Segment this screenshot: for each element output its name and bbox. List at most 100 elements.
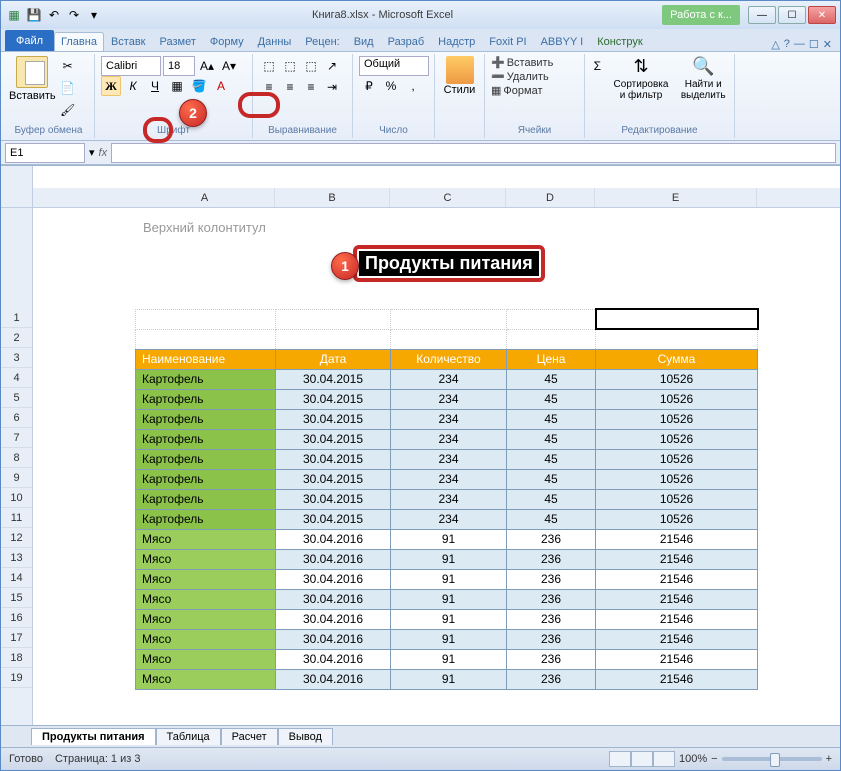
sheet-tab-output[interactable]: Вывод: [278, 728, 333, 745]
cell[interactable]: 234: [391, 469, 507, 489]
select-all-corner[interactable]: [1, 166, 32, 208]
fill-color-icon[interactable]: 🪣: [189, 76, 209, 96]
cell[interactable]: 30.04.2015: [276, 449, 391, 469]
row-header[interactable]: 3: [1, 348, 32, 368]
autosum-icon[interactable]: Σ: [591, 56, 604, 76]
italic-button[interactable]: К: [123, 76, 143, 96]
paste-button[interactable]: Вставить: [9, 56, 56, 120]
namebox-dropdown-icon[interactable]: ▾: [89, 146, 95, 159]
cell[interactable]: 91: [391, 569, 507, 589]
view-break-button[interactable]: [653, 751, 675, 767]
align-middle-icon[interactable]: ⬚: [280, 56, 300, 76]
cell[interactable]: Мясо: [136, 649, 276, 669]
tab-layout[interactable]: Размет: [153, 32, 203, 51]
cell[interactable]: 30.04.2015: [276, 369, 391, 389]
row-header[interactable]: 1: [1, 308, 32, 328]
cell[interactable]: 30.04.2015: [276, 489, 391, 509]
cell[interactable]: 30.04.2016: [276, 529, 391, 549]
sub-minimize-button[interactable]: —: [794, 38, 805, 51]
cell[interactable]: 91: [391, 549, 507, 569]
qat-save-icon[interactable]: 💾: [25, 6, 43, 24]
cell[interactable]: 21546: [596, 589, 758, 609]
cell[interactable]: 10526: [596, 389, 758, 409]
cell[interactable]: 236: [507, 609, 596, 629]
tab-review[interactable]: Рецен:: [298, 32, 346, 51]
cut-icon[interactable]: ✂: [58, 56, 78, 76]
cell[interactable]: Картофель: [136, 369, 276, 389]
cell[interactable]: 10526: [596, 449, 758, 469]
font-color-icon[interactable]: A: [211, 76, 231, 96]
sub-close-button[interactable]: ✕: [823, 38, 832, 51]
bold-button[interactable]: Ж: [101, 76, 121, 96]
cell[interactable]: 91: [391, 649, 507, 669]
cell[interactable]: 21546: [596, 649, 758, 669]
increase-font-icon[interactable]: A▴: [197, 56, 217, 76]
cell[interactable]: 234: [391, 409, 507, 429]
sheet-tab-calc[interactable]: Расчет: [221, 728, 278, 745]
cell[interactable]: 236: [507, 549, 596, 569]
comma-icon[interactable]: ,: [403, 76, 423, 96]
sub-maximize-button[interactable]: ☐: [809, 38, 819, 51]
format-painter-icon[interactable]: 🖌: [58, 100, 78, 120]
tab-developer[interactable]: Разраб: [381, 32, 432, 51]
tab-insert[interactable]: Вставк: [104, 32, 153, 51]
cell[interactable]: 91: [391, 529, 507, 549]
cell[interactable]: 45: [507, 469, 596, 489]
cell[interactable]: 91: [391, 609, 507, 629]
cell[interactable]: 21546: [596, 569, 758, 589]
cell[interactable]: 236: [507, 669, 596, 689]
cell[interactable]: Мясо: [136, 549, 276, 569]
ribbon-collapse-icon[interactable]: △: [771, 38, 779, 51]
currency-icon[interactable]: ₽: [359, 76, 379, 96]
th-qty[interactable]: Количество: [391, 349, 507, 369]
cell[interactable]: Картофель: [136, 489, 276, 509]
qat-undo-icon[interactable]: ↶: [45, 6, 63, 24]
cell[interactable]: 10526: [596, 469, 758, 489]
cell[interactable]: 45: [507, 409, 596, 429]
col-header-c[interactable]: C: [390, 188, 506, 207]
cell[interactable]: 236: [507, 569, 596, 589]
cell[interactable]: 236: [507, 649, 596, 669]
underline-button[interactable]: Ч: [145, 76, 165, 96]
formula-bar[interactable]: [111, 143, 836, 163]
row-header[interactable]: 9: [1, 468, 32, 488]
close-button[interactable]: ✕: [808, 6, 836, 24]
row-header[interactable]: 12: [1, 528, 32, 548]
col-header-a[interactable]: A: [135, 188, 275, 207]
sheet-tab-products[interactable]: Продукты питания: [31, 728, 156, 745]
cell[interactable]: 21546: [596, 549, 758, 569]
cell[interactable]: Мясо: [136, 629, 276, 649]
maximize-button[interactable]: ☐: [778, 6, 806, 24]
name-box[interactable]: E1: [5, 143, 85, 163]
zoom-in-button[interactable]: +: [826, 753, 832, 765]
tab-file[interactable]: Файл: [5, 30, 54, 51]
cell[interactable]: Картофель: [136, 469, 276, 489]
row-header[interactable]: 6: [1, 408, 32, 428]
cell[interactable]: 236: [507, 529, 596, 549]
tab-home[interactable]: Главна: [54, 32, 104, 51]
row-header[interactable]: 2: [1, 328, 32, 348]
cell[interactable]: 10526: [596, 429, 758, 449]
row-header[interactable]: 17: [1, 628, 32, 648]
cell[interactable]: 30.04.2016: [276, 549, 391, 569]
number-format-combo[interactable]: Общий: [359, 56, 429, 76]
tab-view[interactable]: Вид: [347, 32, 381, 51]
header-title-text[interactable]: Продукты питания: [359, 251, 539, 276]
row-header[interactable]: 11: [1, 508, 32, 528]
cell[interactable]: 21546: [596, 669, 758, 689]
cell[interactable]: Картофель: [136, 409, 276, 429]
cell[interactable]: 234: [391, 449, 507, 469]
cell[interactable]: 30.04.2015: [276, 509, 391, 529]
cell[interactable]: 45: [507, 429, 596, 449]
align-right-icon[interactable]: ≡: [301, 77, 321, 97]
cell[interactable]: 45: [507, 369, 596, 389]
tab-addins[interactable]: Надстр: [431, 32, 482, 51]
cell[interactable]: Картофель: [136, 429, 276, 449]
cell[interactable]: 30.04.2016: [276, 629, 391, 649]
page-header-area[interactable]: Верхний колонтитул Продукты питания 1: [33, 208, 840, 308]
sheet-tab-table[interactable]: Таблица: [156, 728, 221, 745]
border-icon[interactable]: ▦: [167, 76, 187, 96]
cell[interactable]: 236: [507, 589, 596, 609]
copy-icon[interactable]: 📄: [58, 78, 78, 98]
delete-cells-button[interactable]: ➖Удалить: [491, 70, 578, 83]
